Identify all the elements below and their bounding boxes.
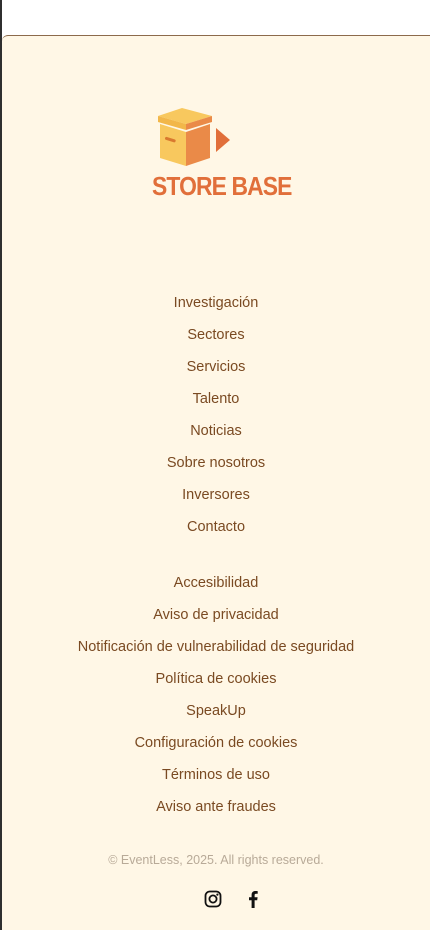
footer-link-contacto[interactable]: Contacto [2, 511, 430, 543]
footer-link-noticias[interactable]: Noticias [2, 415, 430, 447]
footer-link-label[interactable]: Noticias [190, 423, 242, 439]
footer-link-sobre-nosotros[interactable]: Sobre nosotros [2, 447, 430, 479]
footer-link-label[interactable]: Configuración de cookies [135, 735, 298, 751]
brand-wordmark: STORE BASE [152, 171, 292, 201]
footer-link-label[interactable]: Política de cookies [156, 671, 277, 687]
footer-legal-nav: Accesibilidad Aviso de privacidad Notifi… [2, 567, 430, 823]
footer-link-label[interactable]: Términos de uso [162, 767, 270, 783]
footer-link-label[interactable]: Contacto [187, 519, 245, 535]
footer-link-sectores[interactable]: Sectores [2, 319, 430, 351]
footer-link-label[interactable]: SpeakUp [186, 703, 246, 719]
footer-link-inversores[interactable]: Inversores [2, 479, 430, 511]
footer-link-aviso-fraudes[interactable]: Aviso ante fraudes [2, 791, 430, 823]
footer-link-vulnerabilidad[interactable]: Notificación de vulnerabilidad de seguri… [2, 631, 430, 663]
facebook-link[interactable] [242, 888, 264, 910]
footer-link-label[interactable]: Aviso ante fraudes [156, 799, 276, 815]
footer-link-talento[interactable]: Talento [2, 383, 430, 415]
page: STORE BASE Investigación Sectores Servic… [0, 0, 430, 930]
footer-link-aviso-privacidad[interactable]: Aviso de privacidad [2, 599, 430, 631]
box-logo-icon [158, 108, 230, 166]
facebook-icon [249, 891, 258, 908]
footer-link-terminos-uso[interactable]: Términos de uso [2, 759, 430, 791]
footer-link-accesibilidad[interactable]: Accesibilidad [2, 567, 430, 599]
footer-link-label[interactable]: Talento [193, 391, 240, 407]
footer-primary-nav: Investigación Sectores Servicios Talento… [2, 287, 430, 543]
instagram-link[interactable] [202, 888, 224, 910]
footer-link-label[interactable]: Inversores [182, 487, 250, 503]
site-footer: STORE BASE Investigación Sectores Servic… [2, 35, 430, 930]
footer-link-label[interactable]: Investigación [174, 295, 259, 311]
footer-link-label[interactable]: Aviso de privacidad [153, 607, 278, 623]
footer-link-politica-cookies[interactable]: Política de cookies [2, 663, 430, 695]
instagram-icon [204, 890, 222, 908]
footer-link-label[interactable]: Sobre nosotros [167, 455, 265, 471]
footer-link-configuracion-cookies[interactable]: Configuración de cookies [2, 727, 430, 759]
footer-link-label[interactable]: Notificación de vulnerabilidad de seguri… [78, 639, 354, 655]
footer-link-servicios[interactable]: Servicios [2, 351, 430, 383]
copyright-text: © EventLess, 2025. All rights reserved. [108, 853, 324, 867]
store-base-logo[interactable]: STORE BASE [152, 108, 312, 203]
footer-link-label[interactable]: Accesibilidad [174, 575, 259, 591]
footer-link-label[interactable]: Servicios [187, 359, 246, 375]
footer-link-investigacion[interactable]: Investigación [2, 287, 430, 319]
footer-link-speakup[interactable]: SpeakUp [2, 695, 430, 727]
footer-link-label[interactable]: Sectores [187, 327, 244, 343]
